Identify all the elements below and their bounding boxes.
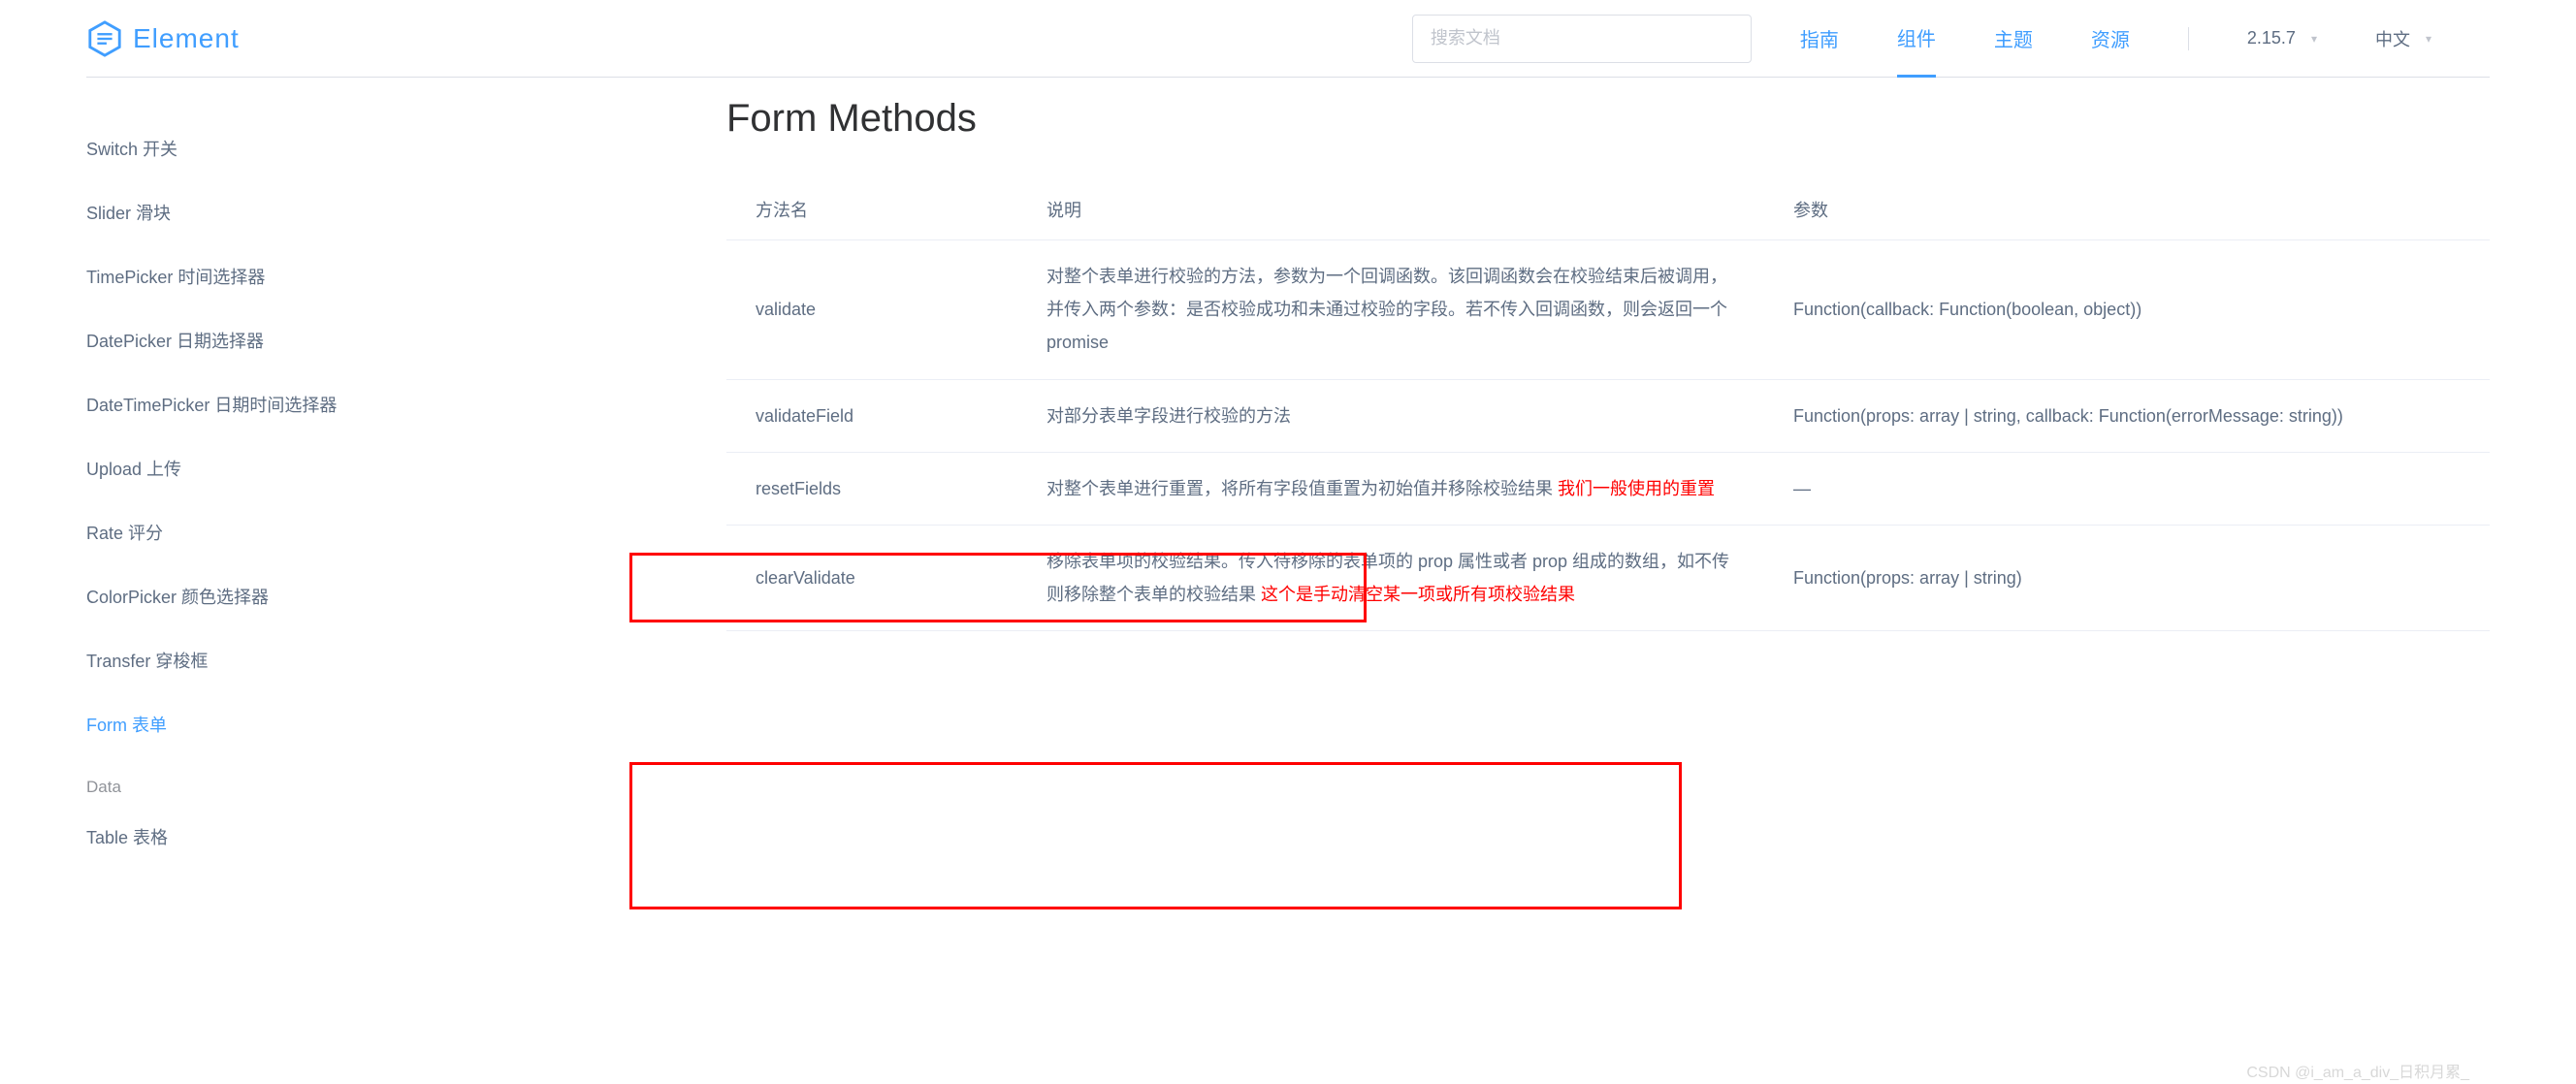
table-row: validate 对整个表单进行校验的方法，参数为一个回调函数。该回调函数会在校… [726,240,2490,380]
version-label: 2.15.7 [2247,28,2296,48]
search-input[interactable] [1412,15,1752,63]
brand-logo[interactable]: Element [86,20,240,57]
sidebar-item-datepicker[interactable]: DatePicker 日期选择器 [86,308,629,372]
chevron-down-icon: ▾ [2426,32,2431,46]
table-row: resetFields 对整个表单进行重置，将所有字段值重置为初始值并移除校验结… [726,452,2490,525]
cell-param: Function(props: array | string) [1764,525,2490,630]
nav-resources[interactable]: 资源 [2091,24,2130,76]
sidebar-item-table[interactable]: Table 表格 [86,805,629,869]
annotation-reset: 我们一般使用的重置 [1558,479,1715,498]
sidebar-item-slider[interactable]: Slider 滑块 [86,180,629,244]
cell-param: Function(callback: Function(boolean, obj… [1764,240,2490,380]
cell-param: Function(props: array | string, callback… [1764,379,2490,452]
th-description: 说明 [1017,179,1764,240]
sidebar-item-transfer[interactable]: Transfer 穿梭框 [86,628,629,692]
section-title: Form Methods [726,97,2490,141]
sidebar-item-datetimepicker[interactable]: DateTimePicker 日期时间选择器 [86,372,629,436]
brand-name: Element [133,23,240,54]
sidebar-item-timepicker[interactable]: TimePicker 时间选择器 [86,244,629,308]
cell-param: — [1764,452,2490,525]
cell-desc: 移除表单项的校验结果。传入待移除的表单项的 prop 属性或者 prop 组成的… [1017,525,1764,630]
nav-divider [2188,27,2189,50]
version-select[interactable]: 2.15.7 ▾ [2247,28,2317,48]
th-method-name: 方法名 [726,179,1017,240]
cell-desc: 对部分表单字段进行校验的方法 [1017,379,1764,452]
cell-name: clearValidate [726,525,1017,630]
sidebar-item-colorpicker[interactable]: ColorPicker 颜色选择器 [86,564,629,628]
element-logo-icon [86,20,123,57]
nav-guide[interactable]: 指南 [1800,24,1839,76]
cell-desc: 对整个表单进行重置，将所有字段值重置为初始值并移除校验结果 我们一般使用的重置 [1017,452,1764,525]
main-content: Form Methods 方法名 说明 参数 validate 对整个表单进行校… [629,78,2490,869]
nav-theme[interactable]: 主题 [1994,24,2033,76]
language-select[interactable]: 中文 ▾ [2375,26,2431,51]
methods-table: 方法名 说明 参数 validate 对整个表单进行校验的方法，参数为一个回调函… [726,179,2490,631]
cell-name: resetFields [726,452,1017,525]
sidebar-item-upload[interactable]: Upload 上传 [86,436,629,500]
sidebar: Switch 开关 Slider 滑块 TimePicker 时间选择器 Dat… [86,78,629,869]
table-row: clearValidate 移除表单项的校验结果。传入待移除的表单项的 prop… [726,525,2490,630]
cell-name: validate [726,240,1017,380]
watermark: CSDN @i_am_a_div_日积月累_ [2246,1059,2469,1082]
sidebar-item-switch[interactable]: Switch 开关 [86,116,629,180]
annotation-clear: 这个是手动清空某一项或所有项校验结果 [1261,585,1575,604]
sidebar-group-data: Data [86,756,629,805]
cell-desc: 对整个表单进行校验的方法，参数为一个回调函数。该回调函数会在校验结束后被调用，并… [1017,240,1764,380]
highlight-box-clearValidate [629,762,1682,909]
sidebar-item-rate[interactable]: Rate 评分 [86,500,629,564]
th-params: 参数 [1764,179,2490,240]
nav-components[interactable]: 组件 [1897,23,1936,78]
table-row: validateField 对部分表单字段进行校验的方法 Function(pr… [726,379,2490,452]
language-label: 中文 [2375,26,2410,51]
sidebar-item-form[interactable]: Form 表单 [86,692,629,756]
cell-name: validateField [726,379,1017,452]
chevron-down-icon: ▾ [2311,32,2317,46]
